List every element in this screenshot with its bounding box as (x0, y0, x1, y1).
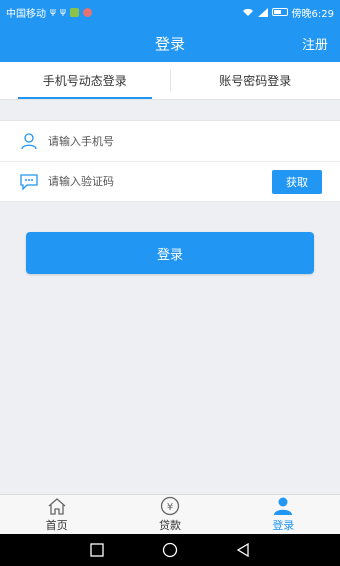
phone-row (0, 121, 340, 161)
get-code-button[interactable]: 获取 (272, 169, 322, 194)
tabbar-label: 首页 (45, 519, 68, 532)
usb-icon: ψ (50, 6, 56, 17)
code-input[interactable] (48, 175, 272, 188)
battery-icon (271, 8, 288, 16)
carrier-label: 中国移动 (6, 8, 46, 20)
register-button[interactable]: 注册 (302, 34, 328, 53)
tab-phone-login[interactable]: 手机号动态登录 (0, 62, 170, 99)
user-icon (18, 130, 40, 152)
usb-icon: ψ (59, 6, 66, 17)
login-button-label: 登录 (156, 247, 183, 263)
page-title: 登录 (154, 34, 185, 53)
tab-label: 手机号动态登录 (42, 74, 127, 88)
message-icon (18, 171, 40, 193)
home-button-icon[interactable] (159, 539, 181, 561)
wifi-icon (242, 8, 253, 16)
phone-input[interactable] (48, 134, 322, 148)
app-notification-icon (82, 7, 92, 17)
system-nav-bar (0, 534, 340, 566)
signal-icon (257, 7, 268, 17)
tabbar-label: 贷款 (158, 519, 181, 532)
tabbar-item-loan[interactable]: ¥ 贷款 (113, 495, 226, 534)
tabbar-item-login[interactable]: 登录 (227, 495, 340, 534)
code-row: 获取 (0, 161, 340, 201)
status-bar: 中国移动 ψ ψ 傍晚6:29 (0, 0, 340, 24)
time-label: 傍晚6:29 (291, 8, 334, 20)
back-icon[interactable] (232, 539, 254, 561)
bottom-tabbar: 首页 ¥ 贷款 登录 (0, 494, 340, 534)
tabbar-item-home[interactable]: 首页 (0, 495, 113, 534)
login-form: 获取 (0, 120, 340, 202)
svg-text:¥: ¥ (167, 502, 173, 513)
app-notification-icon (69, 7, 79, 17)
recent-apps-icon[interactable] (86, 539, 108, 561)
home-icon (46, 496, 68, 516)
login-tabs: 手机号动态登录 账号密码登录 (0, 62, 340, 100)
tabbar-label: 登录 (272, 519, 295, 532)
user-icon (272, 496, 294, 516)
header-bar: 登录 注册 (0, 24, 340, 62)
tab-label: 账号密码登录 (219, 74, 292, 88)
login-button[interactable]: 登录 (26, 232, 314, 274)
tab-password-login[interactable]: 账号密码登录 (171, 62, 340, 99)
yuan-icon: ¥ (159, 496, 181, 516)
